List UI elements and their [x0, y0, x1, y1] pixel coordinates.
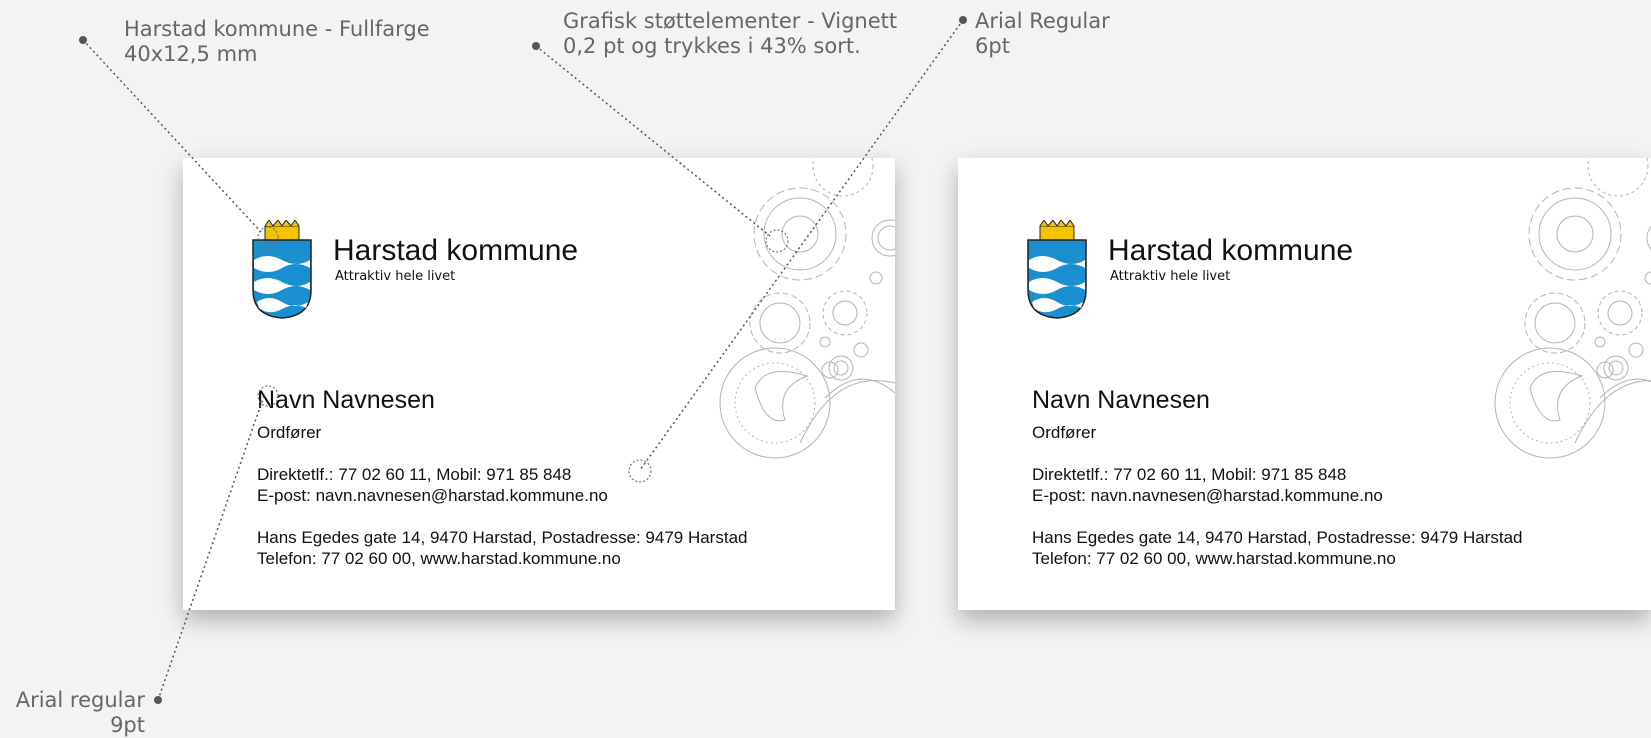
small-font-annotation-dot: [959, 16, 967, 24]
logo-annotation-line2: 40x12,5 mm: [124, 42, 258, 66]
body-font-annotation: Arial regular 9pt: [16, 688, 145, 738]
address-line: Hans Egedes gate 14, 9470 Harstad, Posta…: [257, 528, 748, 547]
person-role: Ordfører: [257, 423, 322, 442]
org-name: Harstad kommune: [1108, 234, 1354, 267]
logo-annotation: Harstad kommune - Fullfarge 40x12,5 mm: [124, 17, 430, 67]
coat-of-arms-icon: [252, 220, 312, 319]
org-name: Harstad kommune: [333, 234, 579, 267]
business-card-front: Harstad kommune Attraktiv hele livet Nav…: [183, 158, 895, 610]
small-font-annotation: Arial Regular 6pt: [975, 9, 1110, 59]
direct-phone-line: Direktetlf.: 77 02 60 11, Mobil: 971 85 …: [1032, 465, 1347, 484]
vignette-annotation-line2: 0,2 pt og trykkes i 43% sort.: [563, 34, 861, 58]
small-font-annotation-line1: Arial Regular: [975, 9, 1110, 33]
org-slogan: Attraktiv hele livet: [335, 269, 456, 284]
body-font-annotation-dot: [154, 696, 162, 704]
person-name: Navn Navnesen: [1032, 386, 1210, 414]
phone-web-line: Telefon: 77 02 60 00, www.harstad.kommun…: [1032, 549, 1396, 568]
phone-web-line: Telefon: 77 02 60 00, www.harstad.kommun…: [257, 549, 621, 568]
vignette-annotation-line1: Grafisk støttelementer - Vignett: [563, 9, 898, 33]
email-line: E-post: navn.navnesen@harstad.kommune.no: [257, 486, 608, 505]
logo-annotation-line1: Harstad kommune - Fullfarge: [124, 17, 430, 41]
coat-of-arms-icon: [1027, 220, 1087, 319]
small-font-annotation-line2: 6pt: [975, 34, 1010, 58]
direct-phone-line: Direktetlf.: 77 02 60 11, Mobil: 971 85 …: [257, 465, 572, 484]
person-name: Navn Navnesen: [257, 386, 435, 414]
email-line: E-post: navn.navnesen@harstad.kommune.no: [1032, 486, 1383, 505]
org-slogan: Attraktiv hele livet: [1110, 269, 1231, 284]
person-role: Ordfører: [1032, 423, 1097, 442]
vignette-annotation: Grafisk støttelementer - Vignett 0,2 pt …: [563, 9, 897, 59]
body-font-annotation-line2: 9pt: [110, 713, 145, 737]
business-card-second: Harstad kommune Attraktiv hele livet Nav…: [958, 158, 1651, 610]
address-line: Hans Egedes gate 14, 9470 Harstad, Posta…: [1032, 528, 1523, 547]
body-font-annotation-line1: Arial regular: [15, 688, 145, 712]
logo-annotation-dot: [79, 36, 87, 44]
vignette-annotation-dot: [532, 42, 540, 50]
